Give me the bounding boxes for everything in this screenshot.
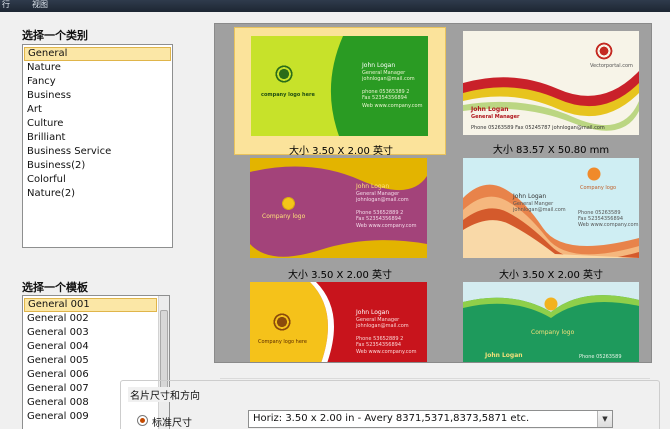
list-item[interactable]: General 002 bbox=[24, 312, 157, 326]
card-phone: Phone 05263589 bbox=[579, 354, 622, 360]
template-thumbnail-2[interactable]: Vectorportal.com John Logan General Mana… bbox=[461, 27, 641, 156]
card-preview-1: company logo here John Logan General Man… bbox=[251, 36, 428, 136]
card-email: johnlogan@mail.com bbox=[356, 197, 409, 203]
card-role: General Manager bbox=[471, 114, 520, 120]
size-select[interactable]: Horiz: 3.50 x 2.00 in - Avery 8371,5371,… bbox=[248, 410, 613, 428]
sun-logo-icon bbox=[594, 41, 614, 61]
card-name: John Logan bbox=[513, 193, 547, 200]
card-web: Web www.company.com bbox=[578, 222, 639, 228]
card-logo-text: Company logo bbox=[262, 213, 306, 220]
sun-logo-icon bbox=[274, 64, 294, 84]
list-item[interactable]: General 001 bbox=[24, 298, 157, 312]
card-1-artwork bbox=[251, 36, 343, 136]
card-size-label: 大小 3.50 X 2.00 英寸 bbox=[288, 146, 394, 157]
size-select-value: Horiz: 3.50 x 2.00 in - Avery 8371,5371,… bbox=[253, 413, 530, 424]
card-logo-text: Company logo here bbox=[258, 339, 307, 345]
card-fax: Fax 52354356894 bbox=[356, 216, 402, 222]
card-preview-4: Company logo John Logan General Manger j… bbox=[463, 158, 639, 258]
card-size-label: 大小 3.50 X 2.00 英寸 bbox=[498, 270, 604, 281]
list-item[interactable]: Art bbox=[24, 103, 171, 117]
list-item[interactable]: Culture bbox=[24, 117, 171, 131]
list-item[interactable]: General 004 bbox=[24, 340, 157, 354]
chevron-down-icon[interactable]: ▼ bbox=[597, 411, 612, 427]
list-item[interactable]: Business Service bbox=[24, 145, 171, 159]
category-title: 选择一个类别 bbox=[22, 29, 88, 42]
card-preview-2: Vectorportal.com John Logan General Mana… bbox=[463, 31, 639, 135]
menu-item-view-1[interactable]: 行 bbox=[2, 0, 10, 10]
card-name: John Logan bbox=[356, 183, 390, 190]
list-item[interactable]: Nature(2) bbox=[24, 187, 171, 201]
card-size-group-title: 名片尺寸和方向 bbox=[128, 387, 202, 402]
list-item[interactable]: Brilliant bbox=[24, 131, 171, 145]
standard-size-radio[interactable] bbox=[137, 415, 148, 426]
template-thumbnail-5[interactable]: Company logo here John Logan General Man… bbox=[234, 280, 446, 362]
list-item[interactable]: Business(2) bbox=[24, 159, 171, 173]
list-item[interactable]: Colorful bbox=[24, 173, 171, 187]
card-logo-text: Vectorportal.com bbox=[590, 63, 633, 69]
card-name: John Logan bbox=[485, 352, 523, 359]
category-list[interactable]: General Nature Fancy Business Art Cultur… bbox=[22, 44, 173, 248]
list-item[interactable]: Nature bbox=[24, 61, 171, 75]
sun-logo-icon bbox=[281, 196, 296, 211]
card-preview-6: Company logo John Logan Phone 05263589 bbox=[463, 282, 639, 362]
card-size-label: 大小 83.57 X 50.80 mm bbox=[492, 145, 610, 156]
card-logo-text: Company logo bbox=[580, 185, 617, 191]
card-contact: Phone 05263589 Fax 05245787 johnlogan@ma… bbox=[471, 125, 605, 131]
card-web: Web www.company.com bbox=[356, 349, 417, 355]
category-list-items: General Nature Fancy Business Art Cultur… bbox=[23, 45, 172, 201]
template-thumbnail-1[interactable]: company logo here John Logan General Man… bbox=[234, 27, 446, 157]
card-email: johnlogan@mail.com bbox=[513, 207, 566, 213]
list-item[interactable]: General 003 bbox=[24, 326, 157, 340]
card-logo-text: company logo here bbox=[261, 92, 315, 98]
list-item[interactable]: General bbox=[24, 47, 171, 61]
card-web: Web www.company.com bbox=[362, 103, 423, 109]
sun-logo-icon bbox=[586, 166, 602, 182]
template-thumbnail-3[interactable]: Company logo John Logan General Manager … bbox=[234, 156, 446, 281]
standard-size-label: 标准尺寸 bbox=[152, 418, 192, 429]
sun-logo-icon bbox=[543, 296, 559, 312]
menu-item-view[interactable]: 视图 bbox=[32, 0, 48, 10]
scrollbar-thumb[interactable] bbox=[160, 310, 168, 390]
divider bbox=[220, 378, 650, 379]
list-item[interactable]: General 005 bbox=[24, 354, 157, 368]
card-fax: Fax 52354356894 bbox=[356, 342, 402, 348]
card-web: Web www.company.com bbox=[356, 223, 417, 229]
template-title: 选择一个模板 bbox=[22, 281, 88, 294]
card-name: John Logan bbox=[471, 106, 509, 113]
card-size-label: 大小 3.50 X 2.00 英寸 bbox=[287, 270, 393, 281]
template-thumbnail-6[interactable]: Company logo John Logan Phone 05263589 bbox=[461, 280, 641, 362]
card-preview-5: Company logo here John Logan General Man… bbox=[250, 282, 427, 362]
card-email: johnlogan@mail.com bbox=[362, 76, 415, 82]
list-item[interactable]: Fancy bbox=[24, 75, 171, 89]
card-name: John Logan bbox=[356, 309, 390, 316]
template-gallery: company logo here John Logan General Man… bbox=[214, 23, 652, 363]
card-name: John Logan bbox=[362, 62, 396, 69]
list-item[interactable]: Business bbox=[24, 89, 171, 103]
card-6-artwork bbox=[463, 282, 639, 318]
menu-bar: 行 视图 bbox=[0, 0, 670, 12]
card-fax: Fax 52354356894 bbox=[362, 95, 408, 101]
card-logo-text: Company logo bbox=[531, 329, 575, 336]
card-email: johnlogan@mail.com bbox=[356, 323, 409, 329]
card-preview-3: Company logo John Logan General Manager … bbox=[250, 158, 427, 258]
sun-logo-icon bbox=[272, 312, 292, 332]
card-3-artwork bbox=[250, 166, 427, 257]
template-thumbnail-4[interactable]: Company logo John Logan General Manger j… bbox=[461, 156, 641, 281]
